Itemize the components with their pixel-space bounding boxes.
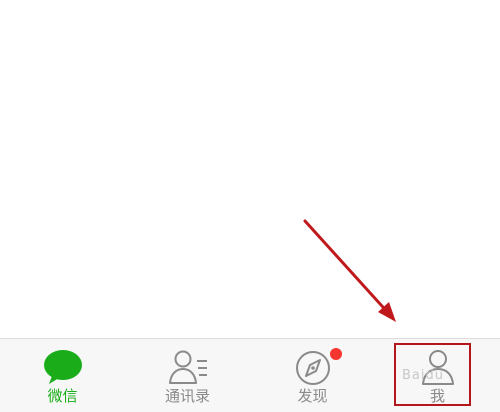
person-icon [421,350,454,385]
compass-icon [295,351,330,385]
tab-contacts-label: 通讯录 [164,387,210,405]
tab-me-label: 我 [429,387,445,405]
bottom-tab-bar: 微信 通讯录 发现 我 [0,338,500,412]
contacts-icon [168,350,207,384]
main-content-area [0,0,500,338]
chat-bubble-icon [43,350,82,384]
tab-discover-label: 发现 [297,387,328,405]
tab-wechat[interactable]: 微信 [0,339,125,412]
tab-me[interactable]: 我 [375,339,500,412]
tab-wechat-label: 微信 [47,387,78,405]
notification-badge-dot [330,348,342,360]
tab-contacts[interactable]: 通讯录 [125,339,250,412]
tab-discover[interactable]: 发现 [250,339,375,412]
